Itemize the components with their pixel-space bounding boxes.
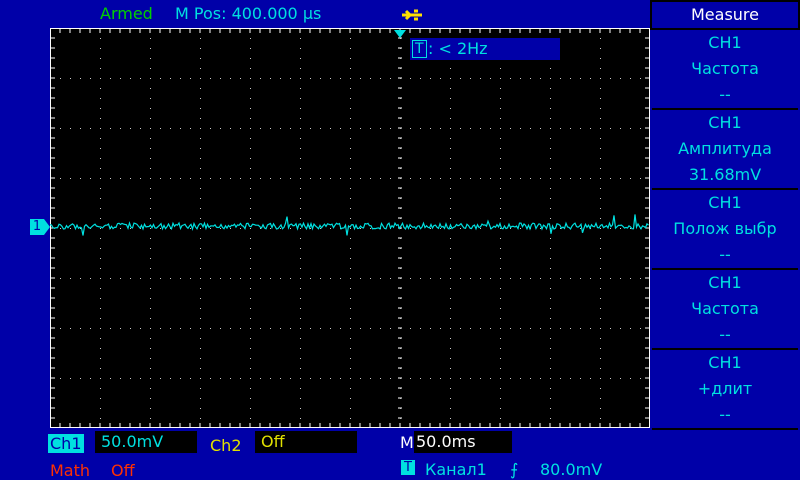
- ch2-button[interactable]: Ch2: [210, 436, 242, 455]
- measure-item-ch: CH1: [708, 33, 742, 52]
- measure-item[interactable]: CH1 Частота --: [652, 270, 798, 350]
- trigger-frequency-value: : < 2Hz: [428, 39, 488, 58]
- measure-item-name: Полож выбр: [673, 219, 777, 238]
- measure-item-ch: CH1: [708, 193, 742, 212]
- ch1-scale: 50.0mV: [95, 431, 197, 453]
- measure-menu-title: Measure: [650, 0, 800, 30]
- acquisition-state: Armed: [100, 4, 153, 23]
- trigger-source: Канал1: [425, 460, 487, 479]
- trigger-icon: T: [401, 460, 415, 475]
- timebase-value: 50.0ms: [414, 431, 512, 453]
- measure-item-value: --: [719, 325, 731, 344]
- trigger-frequency-readout: T : < 2Hz: [410, 38, 560, 60]
- ch1-level-marker[interactable]: 1: [30, 219, 44, 235]
- math-button[interactable]: Math: [50, 461, 90, 480]
- measure-item-name: +длит: [697, 379, 753, 398]
- measure-item-value: 31.68mV: [688, 165, 762, 184]
- trigger-position-marker-icon: [394, 30, 406, 38]
- ch2-scale: Off: [255, 431, 357, 453]
- waveform-display[interactable]: [50, 28, 650, 428]
- measure-item-ch: CH1: [708, 353, 742, 372]
- ch1-marker-arrow-icon: [44, 219, 50, 235]
- measure-item-value: --: [719, 85, 731, 104]
- trigger-label: T: [412, 40, 427, 58]
- measure-item-ch: CH1: [708, 273, 742, 292]
- horizontal-position: M Pos: 400.000 µs: [175, 4, 322, 23]
- trigger-edge-icon: ⨍: [510, 460, 519, 479]
- measure-item-name: Частота: [691, 59, 759, 78]
- measure-item-name: Частота: [691, 299, 759, 318]
- measure-item[interactable]: CH1 +длит --: [652, 350, 798, 430]
- math-state: Off: [111, 461, 135, 480]
- measure-item-value: --: [719, 245, 731, 264]
- measure-item[interactable]: CH1 Частота --: [652, 30, 798, 110]
- measure-item-name: Амплитуда: [678, 139, 772, 158]
- measure-item[interactable]: CH1 Полож выбр --: [652, 190, 798, 270]
- measure-item-value: --: [719, 405, 731, 424]
- measure-item-ch: CH1: [708, 113, 742, 132]
- trigger-level: 80.0mV: [540, 460, 603, 479]
- timebase-label: M: [400, 433, 414, 452]
- ch1-button[interactable]: Ch1: [48, 434, 84, 453]
- usb-icon: [402, 9, 422, 21]
- measure-item[interactable]: CH1 Амплитуда 31.68mV: [652, 110, 798, 190]
- ch1-trace: [50, 214, 649, 236]
